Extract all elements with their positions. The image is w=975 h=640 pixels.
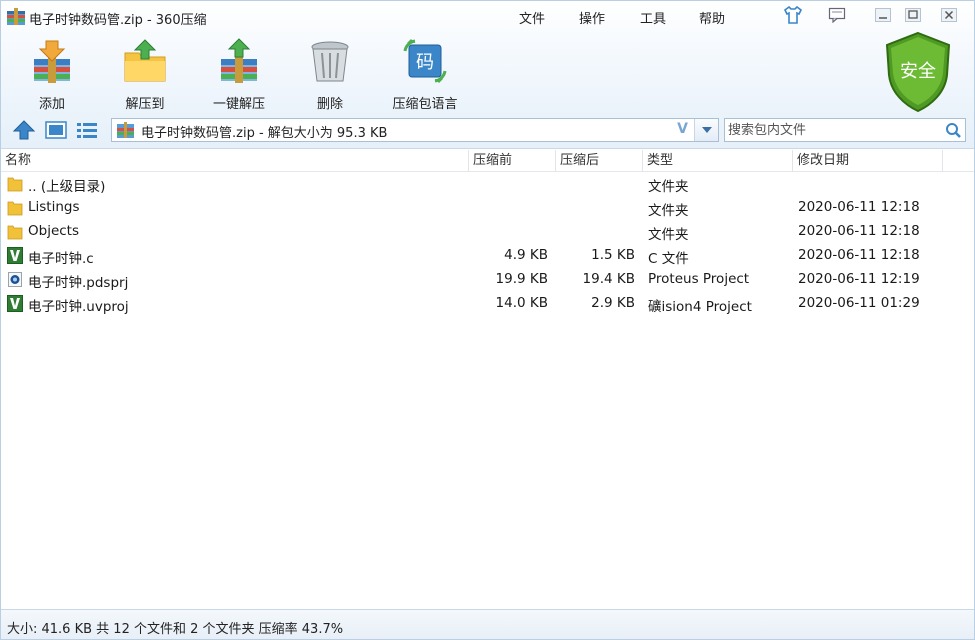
file-size-after: 2.9 KB (591, 295, 635, 311)
svg-text:码: 码 (416, 52, 434, 73)
file-type: Proteus Project (648, 271, 750, 287)
delete-trash-icon (311, 41, 349, 82)
chevron-down-icon (701, 127, 712, 133)
address-field[interactable]: 电子时钟数码管.zip - 解包大小为 95.3 KB V (111, 118, 719, 142)
view-large-icons-button[interactable] (44, 119, 68, 141)
window-title: 电子时钟数码管.zip - 360压缩 (29, 13, 207, 28)
security-shield-icon[interactable]: 安全 (883, 31, 953, 113)
file-size-before: 14.0 KB (495, 295, 548, 311)
file-modified: 2020-06-11 12:18 (798, 223, 920, 239)
file-name: 电子时钟.uvproj (28, 299, 129, 315)
file-row-parent[interactable]: .. (上级目录) 文件夹 (1, 172, 974, 196)
keil-file-icon (7, 247, 23, 264)
zip-archive-icon (117, 122, 134, 138)
close-button[interactable] (937, 5, 961, 25)
file-row-objects[interactable]: Objects 文件夹 2020-06-11 12:18 (1, 220, 974, 244)
file-modified: 2020-06-11 12:18 (798, 199, 920, 215)
360zip-app-icon (7, 8, 25, 25)
file-row-uvproj[interactable]: 电子时钟.uvproj 14.0 KB 2.9 KB 礦ision4 Proje… (1, 292, 974, 316)
view-details-button[interactable] (75, 119, 99, 141)
extract-to-label: 解压到 (125, 97, 165, 112)
security-badge-text: 安全 (900, 61, 936, 82)
feedback-button[interactable] (825, 5, 849, 25)
add-label: 添加 (38, 97, 65, 112)
search-field[interactable] (724, 118, 966, 142)
details-view-icon (77, 123, 97, 138)
file-row-listings[interactable]: Listings 文件夹 2020-06-11 12:18 (1, 196, 974, 220)
file-size-after: 1.5 KB (591, 247, 635, 263)
menu-operations[interactable]: 操作 (579, 8, 605, 27)
address-dropdown-button[interactable] (694, 119, 718, 141)
title-bar[interactable]: 电子时钟数码管.zip - 360压缩 文件 操作 工具 帮助 (1, 1, 974, 31)
archive-language-button[interactable]: 码 压缩包语言 (387, 37, 463, 112)
close-icon (941, 8, 957, 22)
archive-language-icon: 码 (403, 39, 447, 83)
file-type: 文件夹 (648, 179, 689, 195)
column-modified[interactable]: 修改日期 (793, 150, 943, 172)
search-icon[interactable] (944, 121, 962, 139)
app-window: 电子时钟数码管.zip - 360压缩 文件 操作 工具 帮助 添加 解压到 一… (0, 0, 975, 640)
file-type: 礦ision4 Project (648, 299, 752, 315)
menu-tools[interactable]: 工具 (640, 8, 666, 27)
up-level-button[interactable] (12, 119, 36, 141)
archive-language-label: 压缩包语言 (392, 97, 458, 112)
column-size-after[interactable]: 压缩后 (556, 150, 643, 172)
status-bar: 大小: 41.6 KB 共 12 个文件和 2 个文件夹 压缩率 43.7% (1, 609, 974, 639)
comment-icon (828, 7, 846, 23)
extract-to-folder-icon (124, 39, 166, 82)
minimize-icon (875, 8, 891, 22)
delete-label: 删除 (316, 97, 343, 112)
add-to-archive-icon (34, 40, 70, 83)
file-modified: 2020-06-11 12:19 (798, 271, 920, 287)
column-type[interactable]: 类型 (643, 150, 793, 172)
menu-file[interactable]: 文件 (519, 8, 545, 27)
large-icon-view-icon (45, 121, 67, 139)
file-name: 电子时钟.c (28, 251, 94, 267)
file-type: 文件夹 (648, 203, 689, 219)
one-click-extract-label: 一键解压 (212, 97, 265, 112)
one-click-extract-button[interactable]: 一键解压 (206, 37, 272, 112)
file-size-before: 4.9 KB (504, 247, 548, 263)
minimize-button[interactable] (871, 5, 895, 25)
extract-to-button[interactable]: 解压到 (115, 37, 175, 112)
file-name: Listings (28, 199, 80, 215)
file-modified: 2020-06-11 12:18 (798, 247, 920, 263)
up-arrow-icon (13, 120, 35, 140)
header-area: 电子时钟数码管.zip - 360压缩 文件 操作 工具 帮助 添加 解压到 一… (1, 1, 974, 149)
column-header-row: 名称 压缩前 压缩后 类型 修改日期 (1, 150, 974, 172)
file-size-after: 19.4 KB (582, 271, 635, 287)
file-name: 电子时钟.pdsprj (28, 275, 129, 291)
folder-icon (7, 225, 23, 240)
menu-help[interactable]: 帮助 (699, 8, 725, 27)
status-summary: 大小: 41.6 KB 共 12 个文件和 2 个文件夹 压缩率 43.7% (7, 622, 344, 637)
address-history-toggle[interactable]: V (677, 121, 688, 137)
file-row-pdsprj[interactable]: 电子时钟.pdsprj 19.9 KB 19.4 KB Proteus Proj… (1, 268, 974, 292)
file-row-c-source[interactable]: 电子时钟.c 4.9 KB 1.5 KB C 文件 2020-06-11 12:… (1, 244, 974, 268)
file-type: 文件夹 (648, 227, 689, 243)
column-size-before[interactable]: 压缩前 (469, 150, 556, 172)
delete-button[interactable]: 删除 (305, 37, 355, 112)
column-name[interactable]: 名称 (1, 150, 469, 172)
file-type: C 文件 (648, 251, 689, 267)
maximize-icon (905, 8, 921, 22)
one-click-extract-icon (221, 38, 257, 83)
file-modified: 2020-06-11 01:29 (798, 295, 920, 311)
maximize-button[interactable] (901, 5, 925, 25)
file-name: Objects (28, 223, 80, 239)
add-button[interactable]: 添加 (23, 37, 81, 112)
skin-button[interactable] (781, 5, 805, 25)
file-size-before: 19.9 KB (495, 271, 548, 287)
proteus-file-icon (8, 272, 22, 287)
address-bar-row: 电子时钟数码管.zip - 解包大小为 95.3 KB V (1, 115, 974, 147)
folder-icon (7, 201, 23, 216)
tshirt-icon (783, 6, 803, 24)
file-name: .. (上级目录) (28, 179, 106, 195)
address-path: 电子时钟数码管.zip - 解包大小为 95.3 KB (141, 126, 388, 141)
folder-icon (7, 177, 23, 192)
keil-file-icon (7, 295, 23, 312)
search-input[interactable] (728, 121, 938, 139)
